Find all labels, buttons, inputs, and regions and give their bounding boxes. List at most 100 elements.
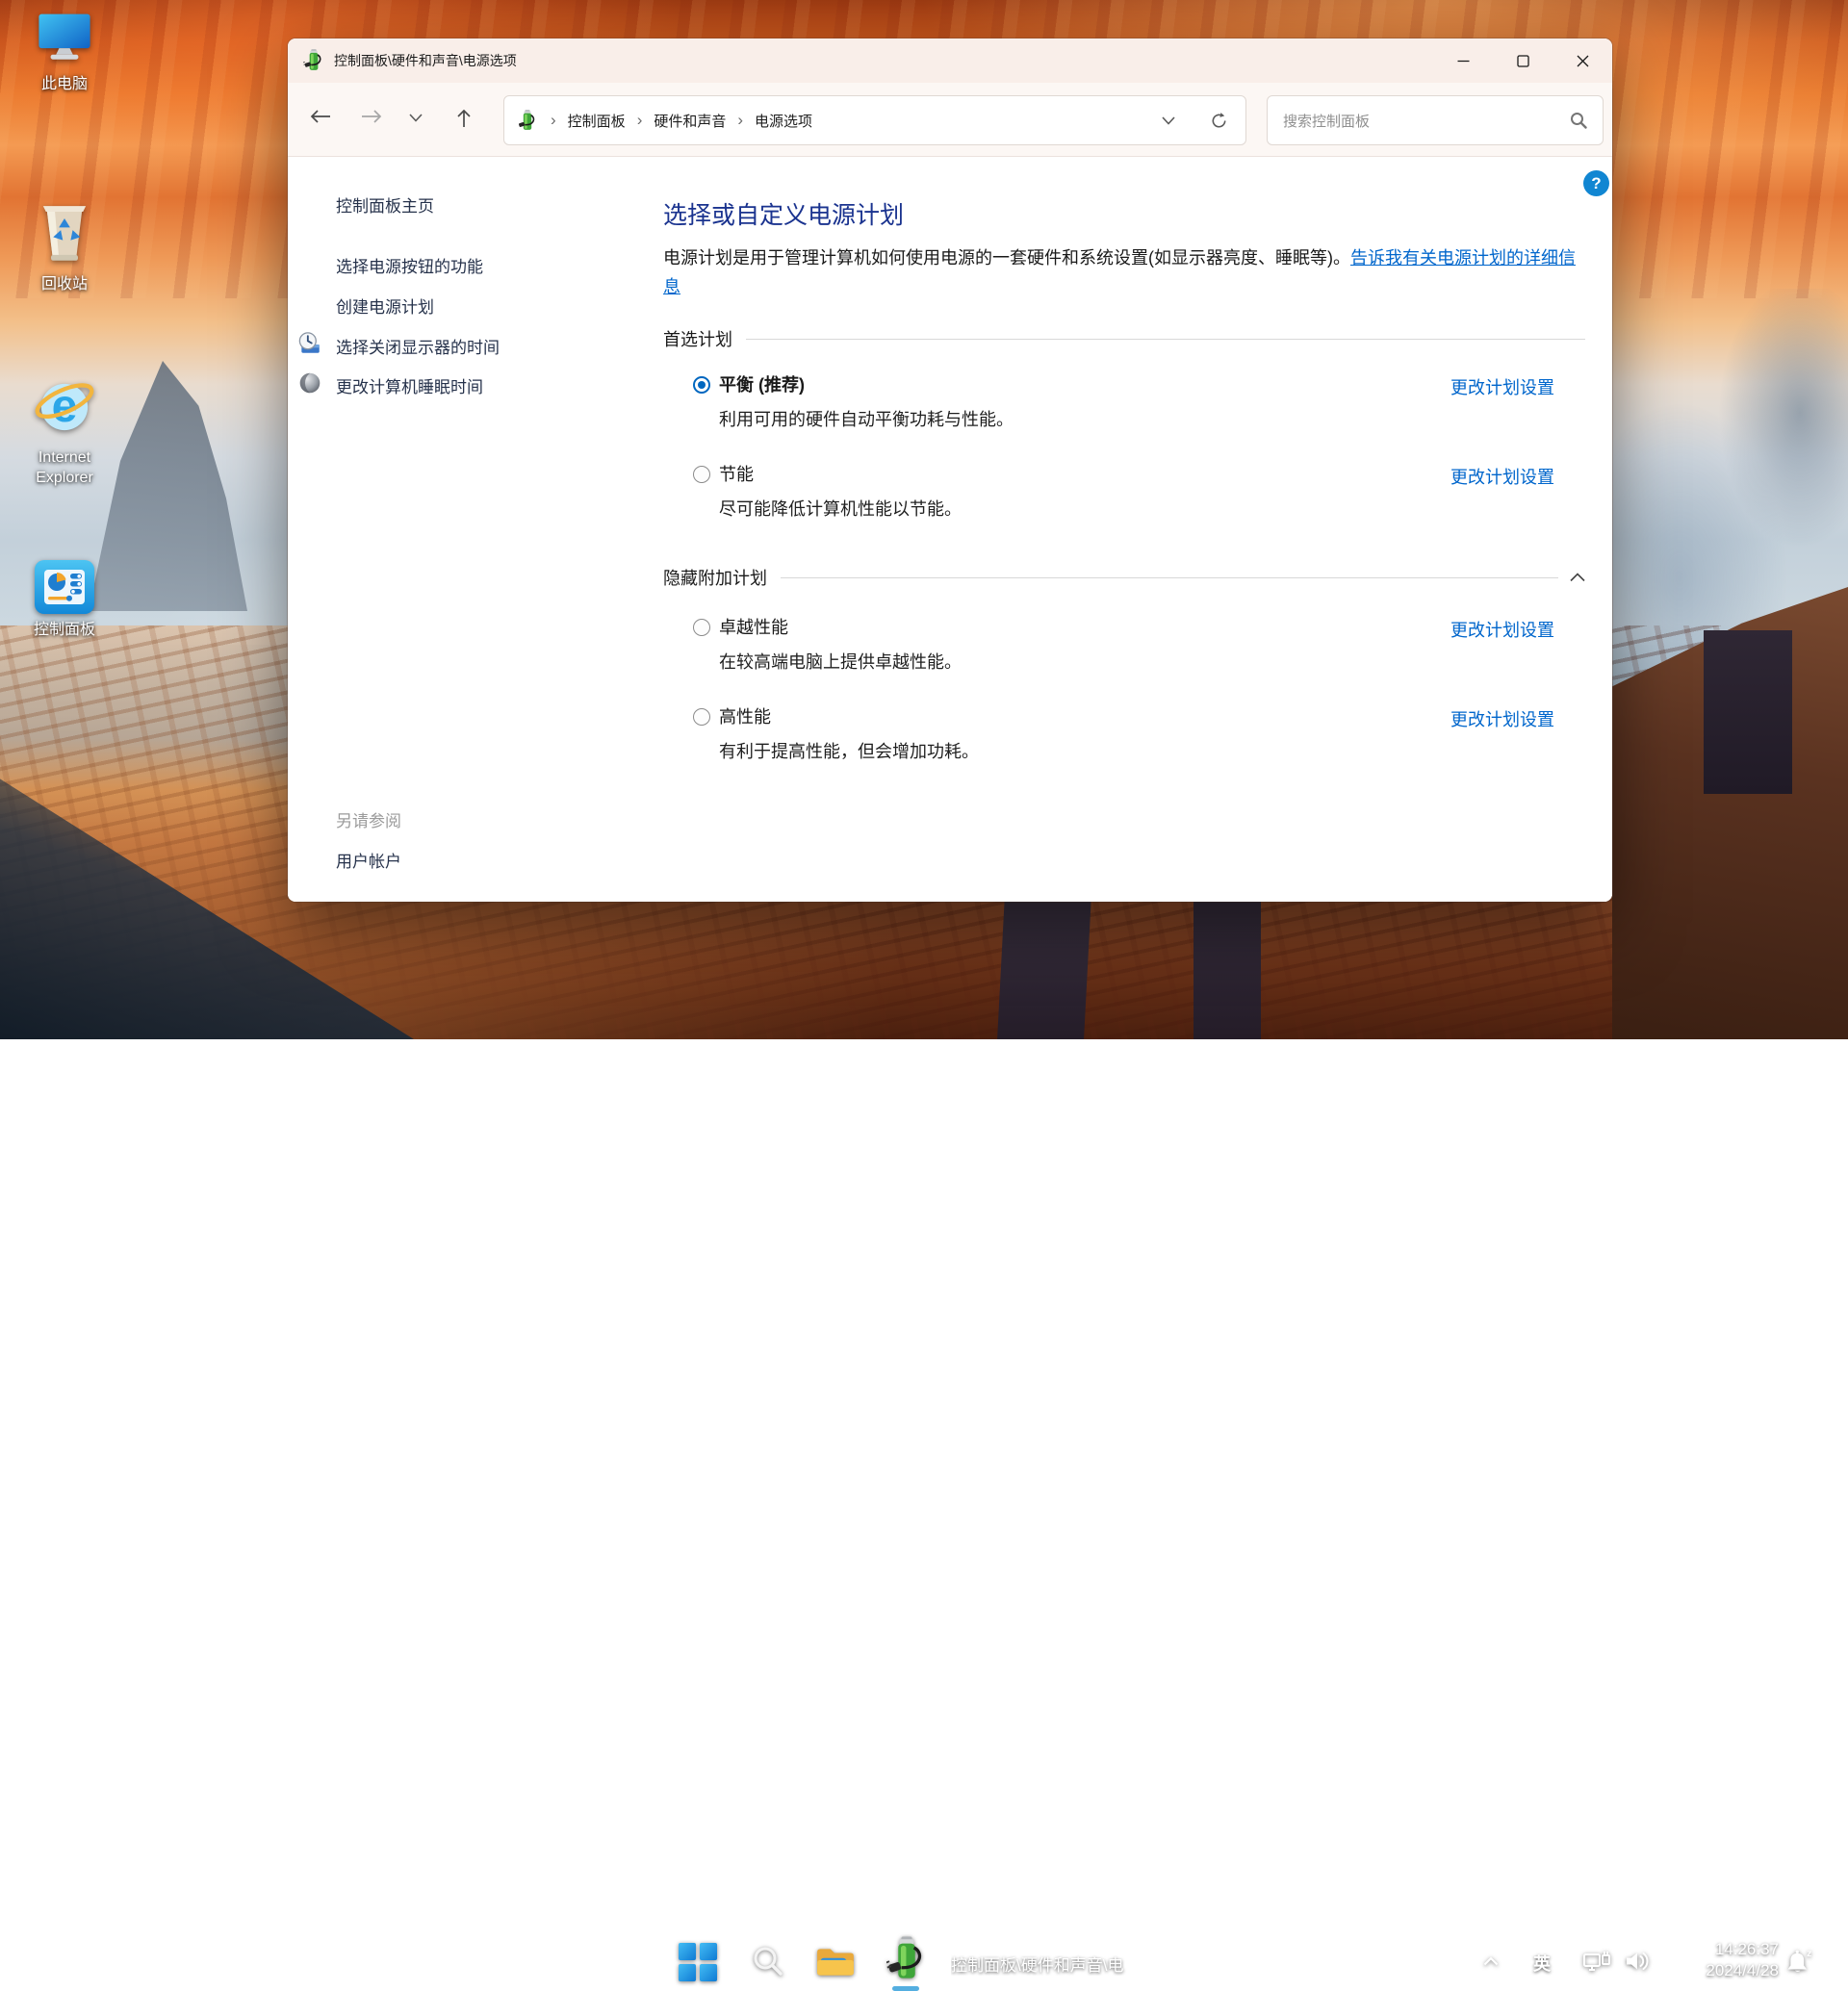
window-body: ? 控制面板主页 选择电源按钮的功能 创建电源计划 选择关闭显示器的时间 bbox=[288, 157, 1612, 902]
clock-time: 14:26:37 bbox=[1706, 1939, 1779, 1960]
ime-language-indicator[interactable]: 英 bbox=[1533, 1951, 1551, 1976]
breadcrumb-separator-icon: › bbox=[737, 111, 743, 130]
sidebar-item-power-buttons[interactable]: 选择电源按钮的功能 bbox=[336, 253, 483, 277]
svg-text:z: z bbox=[1807, 1949, 1811, 1959]
radio-power-saver[interactable] bbox=[693, 466, 710, 483]
search-control-panel-input[interactable]: 搜索控制面板 bbox=[1267, 95, 1604, 145]
desktop-icon-label: 回收站 bbox=[12, 274, 117, 294]
sleep-time-icon bbox=[297, 370, 322, 396]
desktop-icon-recycle-bin[interactable]: 回收站 bbox=[12, 200, 117, 294]
search-icon[interactable] bbox=[1570, 112, 1587, 129]
breadcrumb-hardware-sound[interactable]: 硬件和声音 bbox=[652, 107, 728, 135]
control-panel-icon bbox=[35, 560, 94, 614]
power-options-battery-icon bbox=[886, 1936, 927, 1982]
collapse-chevron-up-icon[interactable] bbox=[1570, 573, 1585, 582]
wallpaper-tower bbox=[1704, 630, 1792, 794]
windows-logo-icon bbox=[700, 1943, 717, 1960]
file-explorer-icon bbox=[815, 1946, 856, 1978]
change-plan-settings-link[interactable]: 更改计划设置 bbox=[1450, 617, 1554, 642]
start-button[interactable] bbox=[679, 1943, 717, 1981]
plan-name: 高性能 bbox=[719, 706, 771, 727]
power-options-battery-icon bbox=[303, 49, 324, 72]
taskbar-app-label[interactable]: 控制面板\硬件和声音\电 bbox=[951, 1952, 1180, 1976]
change-plan-settings-link[interactable]: 更改计划设置 bbox=[1450, 706, 1554, 731]
windows-logo-icon bbox=[679, 1964, 696, 1981]
control-panel-window: 控制面板\硬件和声音\电源选项 bbox=[288, 38, 1612, 902]
sidebar-item-create-plan[interactable]: 创建电源计划 bbox=[336, 294, 434, 318]
section-divider bbox=[746, 339, 1585, 340]
maximize-button[interactable] bbox=[1493, 38, 1553, 83]
close-icon bbox=[1577, 55, 1589, 67]
change-plan-settings-link[interactable]: 更改计划设置 bbox=[1450, 464, 1554, 489]
plan-ultimate-performance: 卓越性能 在较高端电脑上提供卓越性能。 更改计划设置 bbox=[663, 617, 1585, 674]
recent-pages-chevron-icon[interactable] bbox=[409, 114, 423, 122]
address-battery-icon bbox=[518, 110, 537, 132]
desktop-icon-this-pc[interactable]: 此电脑 bbox=[12, 12, 117, 94]
tray-clock[interactable]: 14:26:37 2024/4/28 bbox=[1706, 1939, 1779, 1981]
breadcrumb-control-panel[interactable]: 控制面板 bbox=[566, 107, 628, 135]
running-app-indicator bbox=[892, 1986, 919, 1991]
tray-chevron-up-icon[interactable] bbox=[1483, 1956, 1499, 1966]
minimize-icon bbox=[1457, 55, 1470, 67]
close-button[interactable] bbox=[1553, 38, 1612, 83]
address-dropdown-chevron-icon[interactable] bbox=[1162, 116, 1175, 125]
help-button[interactable]: ? bbox=[1583, 170, 1609, 196]
plan-description: 有利于提高性能，但会增加功耗。 bbox=[719, 738, 1585, 763]
section-divider bbox=[781, 577, 1558, 578]
breadcrumb-separator-icon: › bbox=[637, 111, 643, 130]
file-explorer-button[interactable] bbox=[815, 1946, 856, 1978]
radio-high-performance[interactable] bbox=[693, 708, 710, 726]
sidebar-item-sleep-time[interactable]: 更改计算机睡眠时间 bbox=[336, 373, 483, 397]
section-preferred-plans: 首选计划 bbox=[663, 326, 1585, 351]
this-pc-icon bbox=[35, 12, 94, 68]
sidebar: 控制面板主页 选择电源按钮的功能 创建电源计划 选择关闭显示器的时间 bbox=[288, 157, 577, 902]
back-button[interactable] bbox=[309, 108, 332, 125]
taskbar-power-options-app[interactable] bbox=[886, 1936, 927, 1982]
radio-balanced[interactable] bbox=[693, 376, 710, 394]
help-question-glyph: ? bbox=[1591, 174, 1601, 193]
taskbar-search-button[interactable] bbox=[752, 1945, 784, 1978]
section-label: 首选计划 bbox=[663, 326, 732, 351]
search-placeholder: 搜索控制面板 bbox=[1283, 111, 1370, 131]
plan-name: 节能 bbox=[719, 464, 754, 485]
plan-power-saver: 节能 尽可能降低计算机性能以节能。 更改计划设置 bbox=[663, 464, 1585, 521]
radio-ultimate-performance[interactable] bbox=[693, 619, 710, 636]
search-icon bbox=[752, 1945, 784, 1978]
window-title: 控制面板\硬件和声音\电源选项 bbox=[334, 51, 517, 70]
window-titlebar[interactable]: 控制面板\硬件和声音\电源选项 bbox=[288, 38, 1612, 83]
sidebar-item-home[interactable]: 控制面板主页 bbox=[336, 192, 434, 217]
sidebar-item-display-off-time[interactable]: 选择关闭显示器的时间 bbox=[336, 334, 500, 358]
main-content: 选择或自定义电源计划 电源计划是用于管理计算机如何使用电源的一套硬件和系统设置(… bbox=[663, 157, 1585, 763]
intro-text: 电源计划是用于管理计算机如何使用电源的一套硬件和系统设置(如显示器亮度、睡眠等)… bbox=[663, 243, 1592, 301]
see-also-heading: 另请参阅 bbox=[336, 807, 401, 831]
windows-logo-icon bbox=[700, 1964, 717, 1981]
up-button[interactable] bbox=[455, 108, 473, 129]
section-hidden-plans: 隐藏附加计划 bbox=[663, 565, 1585, 590]
section-label: 隐藏附加计划 bbox=[663, 565, 767, 590]
desktop-icon-internet-explorer[interactable]: e Internet Explorer bbox=[12, 377, 117, 488]
window-controls bbox=[1433, 38, 1612, 83]
network-icon[interactable] bbox=[1582, 1950, 1611, 1975]
forward-button[interactable] bbox=[360, 108, 383, 125]
refresh-icon[interactable] bbox=[1210, 112, 1228, 130]
navigation-bar: › 控制面板 › 硬件和声音 › 电源选项 搜索控制面板 bbox=[288, 83, 1612, 157]
volume-icon[interactable] bbox=[1625, 1950, 1652, 1973]
breadcrumb-power-options[interactable]: 电源选项 bbox=[753, 107, 814, 135]
address-bar[interactable]: › 控制面板 › 硬件和声音 › 电源选项 bbox=[503, 95, 1246, 145]
desktop-icon-label: Internet Explorer bbox=[12, 447, 117, 488]
desktop-icon-control-panel[interactable]: 控制面板 bbox=[12, 560, 117, 640]
breadcrumb-separator-icon: › bbox=[551, 111, 556, 130]
intro-body: 电源计划是用于管理计算机如何使用电源的一套硬件和系统设置(如显示器亮度、睡眠等)… bbox=[663, 248, 1350, 268]
plan-description: 在较高端电脑上提供卓越性能。 bbox=[719, 649, 1585, 674]
maximize-icon bbox=[1517, 55, 1529, 67]
display-off-time-icon bbox=[297, 331, 322, 356]
minimize-button[interactable] bbox=[1433, 38, 1493, 83]
taskbar: 控制面板\硬件和声音\电 英 14:26:37 2024/4/28 bbox=[0, 962, 1848, 1039]
notification-bell-dnd-icon[interactable]: z bbox=[1784, 1948, 1813, 1977]
internet-explorer-icon: e bbox=[33, 377, 96, 442]
plan-balanced: 平衡 (推荐) 利用可用的硬件自动平衡功耗与性能。 更改计划设置 bbox=[663, 374, 1585, 431]
change-plan-settings-link[interactable]: 更改计划设置 bbox=[1450, 374, 1554, 399]
page-title: 选择或自定义电源计划 bbox=[663, 199, 1585, 232]
sidebar-item-user-accounts[interactable]: 用户帐户 bbox=[336, 848, 401, 872]
plan-high-performance: 高性能 有利于提高性能，但会增加功耗。 更改计划设置 bbox=[663, 706, 1585, 763]
